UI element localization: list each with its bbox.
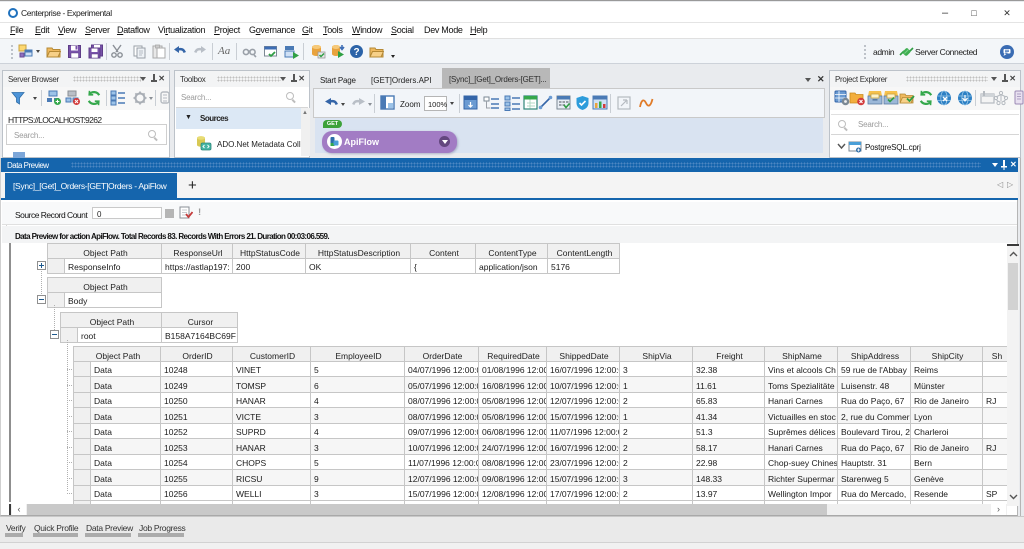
svg-text:?: ? xyxy=(353,47,359,58)
